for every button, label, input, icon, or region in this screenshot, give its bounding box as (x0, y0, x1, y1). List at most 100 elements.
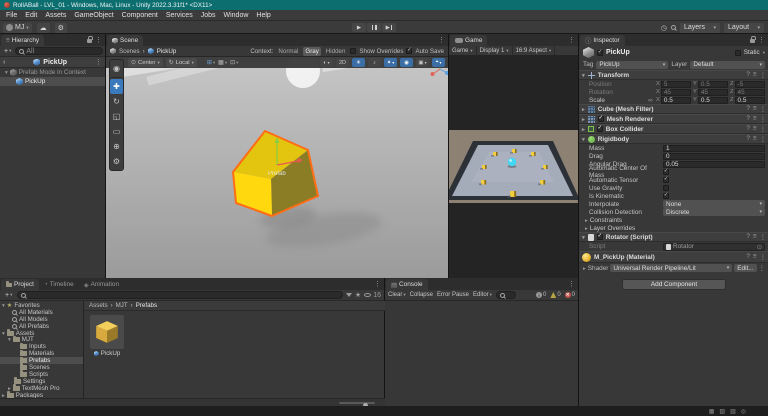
inspector-lock-icon[interactable] (750, 39, 755, 43)
foldout-icon[interactable] (582, 116, 585, 123)
tree-all-models[interactable]: All Models (0, 316, 83, 323)
layout-dropdown[interactable]: Layout (724, 23, 764, 33)
breadcrumb-prefabs[interactable]: Prefabs (136, 302, 157, 309)
warning-count-toggle[interactable]: 0 (550, 292, 560, 298)
constraints-foldout[interactable]: Constraints (579, 216, 768, 224)
aspect-dropdown[interactable]: 16:9 Aspect (513, 46, 556, 55)
rect-tool-button[interactable]: ▭ (110, 124, 123, 139)
material-header[interactable]: M_PickUp (Material) ?≡⋮ (579, 251, 768, 263)
thumbnail-size-slider[interactable] (339, 402, 375, 404)
link-scale-icon[interactable]: ∞ (647, 97, 654, 104)
lock-icon[interactable] (87, 39, 92, 43)
shader-dropdown[interactable]: Universal Render Pipeline/Lit (610, 264, 732, 272)
drag-field[interactable]: 0 (663, 153, 765, 160)
tab-scene[interactable]: Scene (107, 35, 143, 46)
scene-viewport[interactable]: Prefab ⊙Center ↻Local ⊞ ▦ ⊡ ◐ (106, 57, 448, 278)
clear-button[interactable]: Clear (388, 292, 406, 298)
tree-favorites[interactable]: ★Favorites (0, 302, 83, 309)
play-button[interactable]: ▶ (352, 23, 366, 32)
foldout-icon[interactable] (582, 72, 585, 79)
hierarchy-row-pickup[interactable]: PickUp (0, 77, 105, 86)
tab-console[interactable]: ▤Console (386, 279, 428, 290)
scale-z-field[interactable]: 0.5 (735, 97, 765, 104)
is-kinematic-checkbox[interactable] (663, 193, 669, 199)
active-checkbox[interactable] (597, 50, 603, 56)
prefab-menu-icon[interactable]: ⋮ (95, 58, 102, 66)
component-enabled-checkbox[interactable] (597, 126, 603, 132)
scale-y-field[interactable]: 0.5 (698, 97, 728, 104)
breadcrumb-mjt[interactable]: MJT (116, 302, 128, 309)
step-button[interactable]: ▶ (382, 23, 396, 32)
position-z-field[interactable]: -5 (735, 81, 765, 88)
static-checkbox[interactable] (735, 50, 741, 56)
context-gray-button[interactable]: Gray (303, 47, 320, 56)
foldout-icon[interactable] (5, 69, 8, 76)
menu-assets[interactable]: Assets (41, 12, 70, 19)
tree-scenes[interactable]: Scenes (0, 364, 83, 371)
material-foldout-icon[interactable] (583, 265, 586, 272)
auto-save-checkbox[interactable] (406, 48, 412, 54)
component-enabled-checkbox[interactable] (598, 116, 604, 122)
menu-jobs[interactable]: Jobs (197, 12, 220, 19)
tree-all-materials[interactable]: All Materials (0, 309, 83, 316)
rigidbody-header[interactable]: Rigidbody ?≡⋮ (579, 134, 768, 144)
rotation-z-field[interactable]: 45 (735, 89, 765, 96)
rotation-x-field[interactable]: 45 (661, 89, 691, 96)
pivot-dropdown[interactable]: ⊙Center (128, 58, 163, 67)
tree-all-prefabs[interactable]: All Prefabs (0, 323, 83, 330)
grid-visual-dropdown[interactable]: ⊞ (207, 60, 215, 66)
presets-icon[interactable]: ≡ (753, 71, 757, 79)
game-mode-dropdown[interactable]: Game (449, 46, 477, 55)
status-activity-icon-1[interactable]: ▦ (709, 408, 715, 415)
settings-button[interactable]: ⚙ (55, 23, 67, 33)
hidden-packages-toggle[interactable]: 16 (364, 292, 381, 299)
box-collider-header[interactable]: Box Collider ?≡⋮ (579, 124, 768, 134)
inspector-menu-icon[interactable]: ⋮ (758, 36, 765, 44)
rotate-tool-button[interactable]: ↻ (110, 94, 123, 109)
visibility-toggle[interactable]: ◉ (400, 58, 413, 67)
tree-textmesh-pro[interactable]: TextMesh Pro (0, 385, 83, 392)
context-normal-button[interactable]: Normal (276, 48, 300, 55)
breadcrumb-pickup[interactable]: PickUp (157, 48, 177, 55)
gizmo-x-axis[interactable] (431, 72, 435, 76)
status-activity-icon-3[interactable]: ▨ (730, 408, 736, 415)
console-log-area[interactable] (385, 301, 578, 406)
foldout-icon[interactable] (582, 136, 585, 143)
status-activity-icon-4[interactable]: ◎ (741, 408, 746, 415)
mesh-filter-header[interactable]: Cube (Mesh Filter) ?≡⋮ (579, 104, 768, 114)
grid-snap-dropdown[interactable]: ▦ (218, 60, 227, 66)
status-activity-icon-2[interactable]: ▧ (719, 408, 725, 415)
menu-gameobject[interactable]: GameObject (70, 12, 117, 19)
breadcrumb-assets[interactable]: Assets (89, 302, 108, 309)
effects-dropdown[interactable]: ✦ (384, 58, 397, 67)
project-search-input[interactable] (17, 291, 343, 299)
hierarchy-search-input[interactable]: All (15, 47, 103, 55)
layers-dropdown[interactable]: Layers (680, 23, 720, 33)
tree-inputs[interactable]: Inputs (0, 343, 83, 350)
tree-mjt[interactable]: MJT (0, 336, 83, 343)
position-x-field[interactable]: 5 (661, 81, 691, 88)
gizmos-dropdown[interactable]: ⌖ (432, 58, 445, 67)
menu-window[interactable]: Window (220, 12, 253, 19)
tab-timeline[interactable]: ◔Timeline (39, 279, 79, 290)
pause-button[interactable] (367, 23, 381, 32)
game-viewport[interactable] (449, 56, 579, 278)
transform-tool-button[interactable]: ⊕ (110, 139, 123, 154)
menu-edit[interactable]: Edit (21, 12, 41, 19)
display-dropdown[interactable]: Display 1 (477, 46, 513, 55)
search-filter-icon[interactable] (346, 293, 352, 297)
scale-tool-button[interactable]: ◱ (110, 109, 123, 124)
layer-overrides-foldout[interactable]: Layer Overrides (579, 224, 768, 232)
component-enabled-checkbox[interactable] (597, 234, 603, 240)
tab-inspector[interactable]: ⓘInspector (580, 35, 625, 46)
tab-animation[interactable]: ◈Animation (79, 279, 124, 290)
show-overrides-checkbox[interactable] (350, 48, 356, 54)
2d-toggle[interactable]: 2D (336, 58, 349, 67)
game-menu-icon[interactable]: ⋮ (568, 36, 575, 44)
undo-history-icon[interactable]: ◷ (661, 24, 667, 32)
tree-scripts[interactable]: Scripts (0, 371, 83, 378)
rotation-y-field[interactable]: 45 (698, 89, 728, 96)
cloud-button[interactable]: ☁ (37, 23, 50, 33)
menu-component[interactable]: Component (118, 12, 162, 19)
shader-edit-button[interactable]: Edit... (734, 264, 756, 272)
